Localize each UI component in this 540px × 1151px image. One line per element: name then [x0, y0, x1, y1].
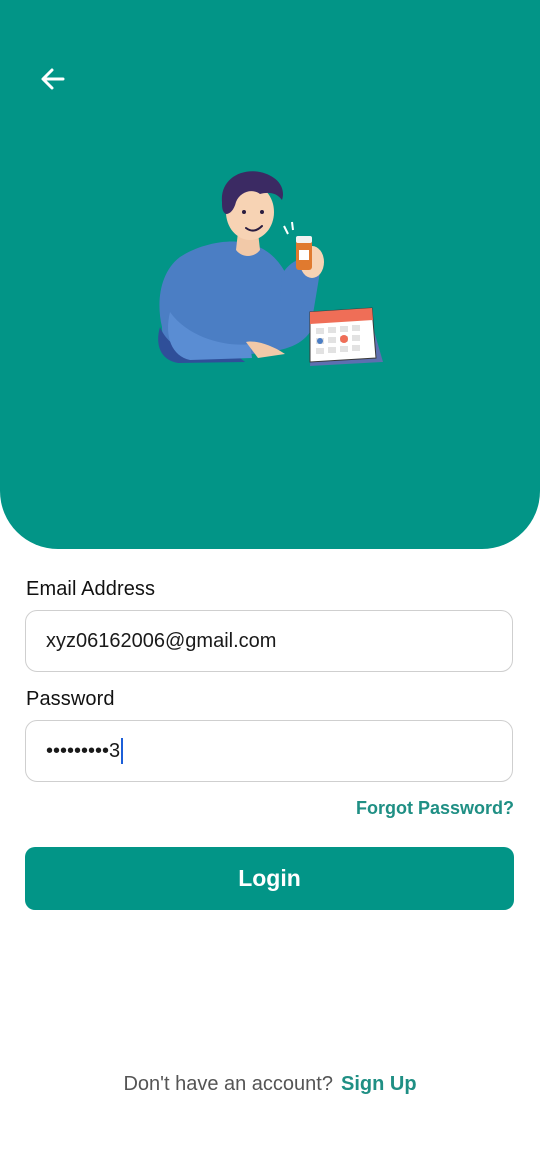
email-field[interactable]: xyz06162006@gmail.com [25, 610, 513, 672]
text-caret [121, 738, 124, 764]
email-value: xyz06162006@gmail.com [46, 629, 277, 652]
login-button[interactable]: Login [25, 847, 514, 910]
forgot-password-link[interactable]: Forgot Password? [356, 798, 514, 819]
signup-row: Don't have an account? Sign Up [0, 1073, 540, 1096]
signup-prompt: Don't have an account? [123, 1073, 333, 1095]
hero-header [0, 0, 540, 549]
arrow-left-icon [41, 68, 65, 90]
password-value: •••••••••3 [46, 739, 121, 762]
signup-link[interactable]: Sign Up [341, 1073, 417, 1095]
illustration-image [158, 171, 383, 366]
password-label: Password [26, 688, 115, 710]
email-label: Email Address [26, 578, 156, 600]
password-field[interactable]: •••••••••3 [25, 720, 513, 782]
login-screen: Email Address xyz06162006@gmail.com Pass… [0, 0, 540, 1151]
login-button-label: Login [238, 865, 301, 891]
back-button[interactable] [30, 56, 76, 102]
